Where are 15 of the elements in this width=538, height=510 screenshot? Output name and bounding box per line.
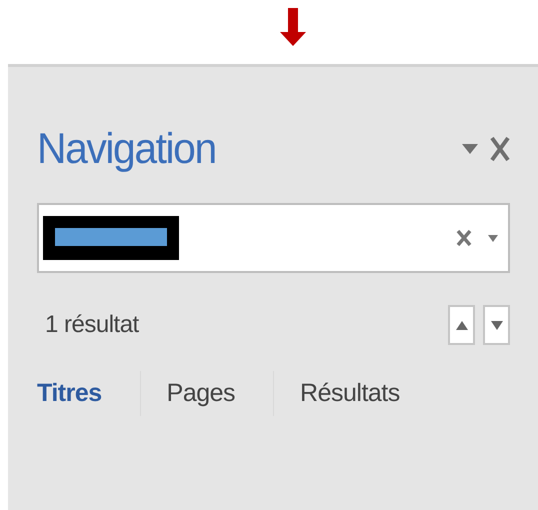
- clear-icon[interactable]: [456, 229, 472, 247]
- tab[interactable]: Pages: [140, 371, 274, 416]
- close-icon[interactable]: [490, 136, 510, 162]
- tab[interactable]: Résultats: [273, 371, 438, 416]
- down-triangle-icon: [490, 320, 502, 330]
- search-field[interactable]: [37, 203, 510, 273]
- next-button[interactable]: [483, 305, 510, 345]
- previous-button[interactable]: [448, 305, 475, 345]
- tab[interactable]: Titres: [37, 371, 140, 416]
- dropdown-icon[interactable]: [488, 234, 498, 242]
- dropdown-icon[interactable]: [462, 144, 478, 154]
- up-triangle-icon: [456, 320, 468, 330]
- result-count: 1 résultat: [44, 311, 140, 339]
- pane-title: Navigation: [37, 124, 217, 174]
- arrow-icon: [280, 8, 306, 46]
